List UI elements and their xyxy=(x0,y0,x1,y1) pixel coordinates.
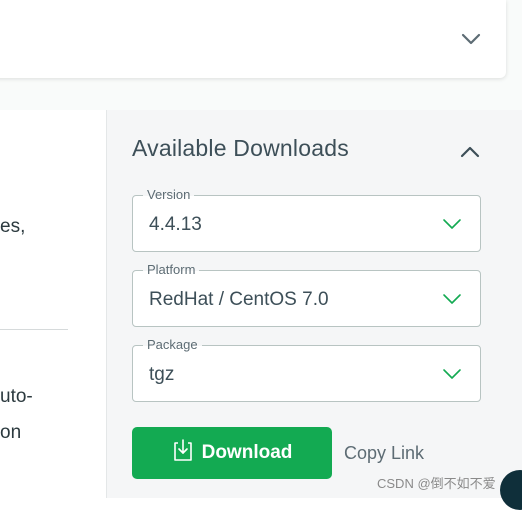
download-button[interactable]: Download xyxy=(132,427,332,479)
chevron-down-icon xyxy=(443,294,461,304)
version-select[interactable]: Version 4.4.13 xyxy=(132,187,481,252)
left-text-line-1: es, xyxy=(0,216,26,237)
package-select[interactable]: Package tgz xyxy=(132,337,481,402)
package-value: tgz xyxy=(149,364,175,385)
chevron-up-icon[interactable] xyxy=(458,140,482,164)
download-button-label: Download xyxy=(201,442,293,463)
chevron-down-icon xyxy=(443,369,461,379)
version-value: 4.4.13 xyxy=(149,214,202,235)
collapsed-section-card[interactable] xyxy=(0,0,506,78)
available-downloads-title: Available Downloads xyxy=(132,135,349,161)
chevron-down-icon[interactable] xyxy=(460,28,482,50)
left-divider xyxy=(0,329,68,330)
platform-label: Platform xyxy=(143,262,200,278)
copy-link[interactable]: Copy Link xyxy=(344,443,424,464)
version-label: Version xyxy=(143,187,195,203)
download-icon xyxy=(173,439,192,461)
chevron-down-icon xyxy=(443,219,461,229)
left-text-line-2: uto- xyxy=(0,386,33,407)
platform-value: RedHat / CentOS 7.0 xyxy=(149,289,329,310)
package-label: Package xyxy=(143,337,202,353)
watermark: CSDN @倒不如不爱 xyxy=(377,476,496,491)
platform-select[interactable]: Platform RedHat / CentOS 7.0 xyxy=(132,262,481,327)
left-text-line-3: on xyxy=(0,422,22,443)
